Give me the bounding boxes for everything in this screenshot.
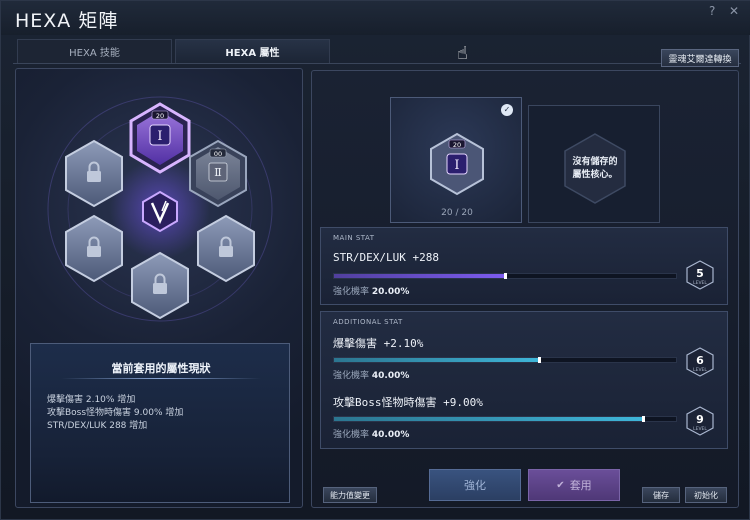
close-icon[interactable]: ✕ — [729, 4, 739, 18]
hand-cursor-icon: ☝ — [457, 43, 468, 64]
status-lines: 爆擊傷害 2.10% 增加 攻擊Boss怪物時傷害 9.00% 增加 STR/D… — [47, 394, 183, 433]
additional-stat-2-level-badge: 9 LEVEL — [686, 406, 714, 436]
tab-hexa-stat[interactable]: HEXA 屬性 — [175, 39, 330, 63]
main-stat-level-badge: 5 LEVEL — [686, 260, 714, 290]
additional-stat-2-rate: 強化機率 40.00% — [333, 427, 409, 440]
status-line: 爆擊傷害 2.10% 增加 — [47, 395, 136, 405]
title-bar[interactable]: HEXA 矩陣 ? ✕ — [1, 1, 750, 35]
current-applied-stat-status: 當前套用的屬性現狀 爆擊傷害 2.10% 增加 攻擊Boss怪物時傷害 9.00… — [30, 343, 290, 503]
additional-stat-1-progress-tip — [538, 357, 541, 363]
svg-text:I: I — [157, 129, 162, 144]
main-stat-progress-tip — [504, 273, 507, 279]
hexa-core-slot-top-active[interactable]: I 20 — [129, 102, 191, 174]
svg-text:LEVEL: LEVEL — [693, 280, 707, 286]
additional-stat-1-text: 爆擊傷害 +2.10% — [333, 337, 424, 350]
main-stat-header: MAIN STAT — [333, 234, 375, 242]
svg-text:Ⅱ: Ⅱ — [214, 166, 221, 179]
additional-stat-header: ADDITIONAL STAT — [333, 318, 403, 326]
sol-erda-convert-button[interactable]: 靈魂艾爾達轉換 — [661, 49, 739, 67]
rate-label: 強化機率 — [333, 430, 370, 440]
hexa-core-grid-panel: I 20 Ⅱ 00 當前套用的屬性現狀 爆擊傷害 2.10% 增加 攻擊Boss… — [15, 68, 303, 508]
main-stat-section: MAIN STAT STR/DEX/LUK +288 強化機率 20.00% 5… — [320, 227, 728, 305]
hexa-matrix-window: HEXA 矩陣 ? ✕ HEXA 技能 HEXA 屬性 靈魂艾爾達轉換 ☝ I … — [0, 0, 750, 520]
hexa-stat-detail-panel: ✓ I 20 20 / 20 沒有儲存的 屬性核心。 MAIN STAT STR… — [311, 70, 739, 508]
enhance-button[interactable]: 強化 — [429, 469, 521, 501]
no-saved-core-line2: 屬性核心。 — [572, 170, 618, 180]
svg-text:9: 9 — [696, 413, 704, 426]
additional-stat-2-text: 攻擊Boss怪物時傷害 +9.00% — [333, 396, 483, 409]
help-icon[interactable]: ? — [709, 4, 715, 18]
core-level-badge-top: 20 — [156, 112, 164, 120]
rate-value: 40.00% — [371, 371, 410, 381]
additional-stat-1-rate: 強化機率 40.00% — [333, 368, 409, 381]
tab-divider — [13, 63, 741, 64]
svg-text:6: 6 — [696, 354, 704, 367]
svg-text:I: I — [454, 158, 459, 173]
reset-button[interactable]: 初始化 — [685, 487, 727, 503]
tab-hexa-skill[interactable]: HEXA 技能 — [17, 39, 172, 63]
apply-button[interactable]: ✔ 套用 — [528, 469, 620, 501]
additional-stat-1-level-badge: 6 LEVEL — [686, 347, 714, 377]
additional-stat-2-progress-bar — [333, 416, 677, 422]
status-line: 攻擊Boss怪物時傷害 9.00% 增加 — [47, 408, 184, 418]
apply-label: 套用 — [569, 479, 592, 492]
additional-stat-1-progress-fill — [334, 358, 540, 362]
rate-label: 強化機率 — [333, 371, 370, 381]
svg-text:LEVEL: LEVEL — [693, 426, 707, 432]
no-saved-core-text: 沒有儲存的 屬性核心。 — [529, 156, 661, 182]
main-stat-progress-fill — [334, 274, 506, 278]
window-title: HEXA 矩陣 — [15, 10, 119, 32]
additional-stat-2-progress-fill — [334, 417, 644, 421]
svg-text:5: 5 — [696, 267, 704, 280]
core-level-badge-right: 00 — [214, 150, 222, 158]
core-level-badge: 20 — [453, 141, 461, 149]
rate-label: 強化機率 — [333, 287, 370, 297]
status-title: 當前套用的屬性現狀 — [111, 362, 211, 375]
status-divider — [61, 378, 261, 379]
check-circle-icon: ✔ — [556, 479, 565, 491]
saved-core-slot[interactable]: 沒有儲存的 屬性核心。 — [528, 105, 660, 223]
svg-text:LEVEL: LEVEL — [693, 367, 707, 373]
additional-stat-2-progress-tip — [642, 416, 645, 422]
hex-grid: I 20 Ⅱ 00 — [47, 96, 273, 322]
additional-stat-section: ADDITIONAL STAT 爆擊傷害 +2.10% 強化機率 40.00% … — [320, 311, 728, 449]
save-button[interactable]: 儲存 — [642, 487, 680, 503]
check-icon: ✓ — [501, 104, 513, 116]
rate-value: 20.00% — [371, 287, 410, 297]
hexa-core-slot-locked-bottom[interactable] — [131, 251, 189, 320]
core-count: 20 / 20 — [441, 208, 473, 218]
main-stat-rate: 強化機率 20.00% — [333, 284, 409, 297]
main-stat-text: STR/DEX/LUK +288 — [333, 251, 439, 264]
additional-stat-1-progress-bar — [333, 357, 677, 363]
no-saved-core-line1: 沒有儲存的 — [572, 157, 618, 167]
hexa-v-emblem-icon — [142, 190, 178, 233]
ability-change-button[interactable]: 能力值變更 — [323, 487, 377, 503]
main-stat-progress-bar — [333, 273, 677, 279]
status-line: STR/DEX/LUK 288 增加 — [47, 421, 148, 431]
selected-stat-core[interactable]: ✓ I 20 20 / 20 — [390, 97, 522, 223]
rate-value: 40.00% — [371, 430, 410, 440]
